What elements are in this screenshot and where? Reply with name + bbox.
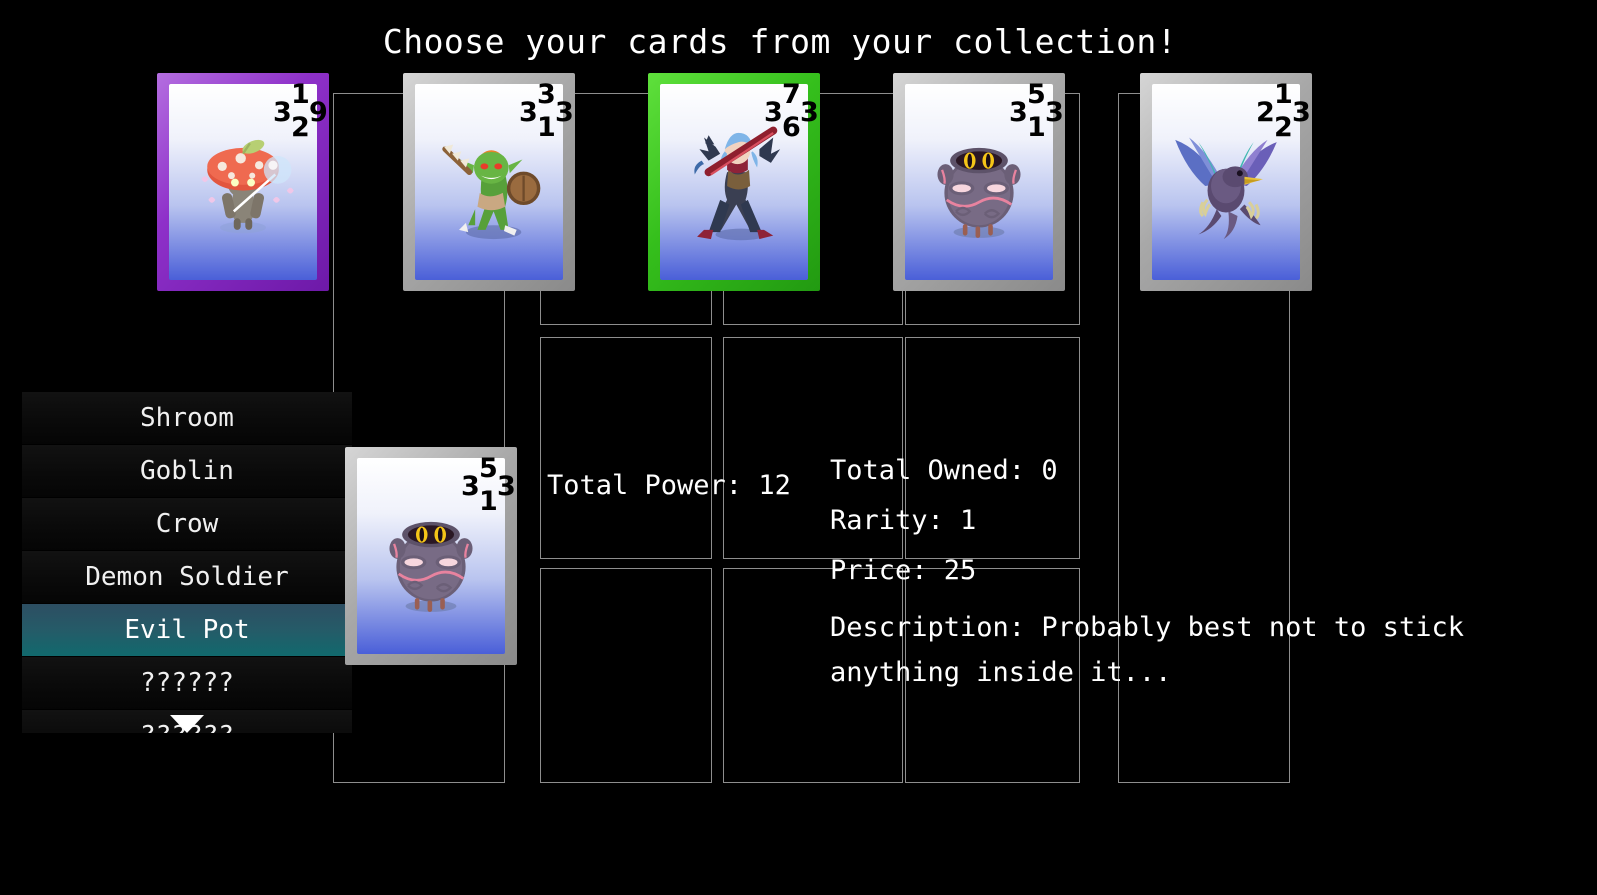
stat-bottom: 2 <box>291 112 310 143</box>
preview-card-evil-pot: 5 3 3 1 <box>345 447 517 665</box>
card-details-panel: Total Owned: 0 Rarity: 1 Price: 25 Descr… <box>830 446 1530 695</box>
stat-bottom: 6 <box>782 112 801 143</box>
list-item-label: Evil Pot <box>124 615 250 645</box>
list-item-label: ?????? <box>140 668 234 698</box>
stat-right: 3 <box>800 97 819 128</box>
card-stats: 5 3 3 1 <box>1001 79 1064 147</box>
stat-bottom: 1 <box>1027 112 1046 143</box>
total-owned-label: Total Owned: 0 <box>830 455 1058 486</box>
stat-left: 3 <box>1009 97 1028 128</box>
stat-top: 1 <box>291 79 310 110</box>
scroll-down-arrow-icon[interactable] <box>170 715 204 733</box>
list-item-unknown-1[interactable]: ?????? <box>22 657 352 710</box>
stat-right: 3 <box>497 471 516 502</box>
list-item-crow[interactable]: Crow <box>22 498 352 551</box>
stat-top: 5 <box>479 453 498 484</box>
stat-right: 3 <box>1292 97 1311 128</box>
hand-card-evil-pot[interactable]: 5 3 3 1 <box>893 73 1065 291</box>
stat-right: 3 <box>555 97 574 128</box>
card-stats: 1 2 3 2 <box>1248 79 1311 147</box>
hand-card-goblin[interactable]: 3 3 3 1 <box>403 73 575 291</box>
grid-frame-col2-row3 <box>540 568 712 783</box>
stat-top: 3 <box>537 79 556 110</box>
stat-left: 3 <box>273 97 292 128</box>
list-item-label: Goblin <box>140 456 234 486</box>
card-stats: 7 3 3 6 <box>756 79 819 147</box>
stat-top: 5 <box>1027 79 1046 110</box>
card-stats: 3 3 3 1 <box>511 79 574 147</box>
game-screen: Choose your cards from your collection! <box>0 0 1597 895</box>
list-item-evil-pot[interactable]: Evil Pot <box>22 604 352 657</box>
stat-top: 1 <box>1274 79 1293 110</box>
list-item-label: Crow <box>155 509 219 539</box>
total-power-label: Total Power: 12 <box>547 470 791 501</box>
stat-left: 2 <box>1256 97 1275 128</box>
rarity-label: Rarity: 1 <box>830 505 977 536</box>
hand-card-shroom[interactable]: 1 3 9 2 <box>157 73 329 291</box>
list-item-shroom[interactable]: Shroom <box>22 392 352 445</box>
stat-right: 3 <box>1045 97 1064 128</box>
description-line-1: Description: Probably best not to stick <box>830 612 1464 643</box>
grid-frame-col2-row2 <box>540 337 712 559</box>
stat-right: 9 <box>309 97 328 128</box>
card-stats: 5 3 3 1 <box>453 453 516 521</box>
stat-left: 3 <box>519 97 538 128</box>
list-item-label: Shroom <box>140 403 234 433</box>
description-line-2: anything inside it... <box>830 657 1172 688</box>
stat-bottom: 1 <box>537 112 556 143</box>
list-item-label: Demon Soldier <box>85 562 289 592</box>
card-stats: 1 3 9 2 <box>265 79 328 147</box>
hand-card-demon-soldier[interactable]: 7 3 3 6 <box>648 73 820 291</box>
stat-left: 3 <box>461 471 480 502</box>
price-label: Price: 25 <box>830 555 977 586</box>
list-item-demon-soldier[interactable]: Demon Soldier <box>22 551 352 604</box>
collection-list[interactable]: Shroom Goblin Crow Demon Soldier Evil Po… <box>22 392 352 733</box>
list-item-goblin[interactable]: Goblin <box>22 445 352 498</box>
stat-top: 7 <box>782 79 801 110</box>
hand-card-crow[interactable]: 1 2 3 2 <box>1140 73 1312 291</box>
stat-left: 3 <box>764 97 783 128</box>
stat-bottom: 2 <box>1274 112 1293 143</box>
stat-bottom: 1 <box>479 486 498 517</box>
page-title: Choose your cards from your collection! <box>382 22 1178 61</box>
